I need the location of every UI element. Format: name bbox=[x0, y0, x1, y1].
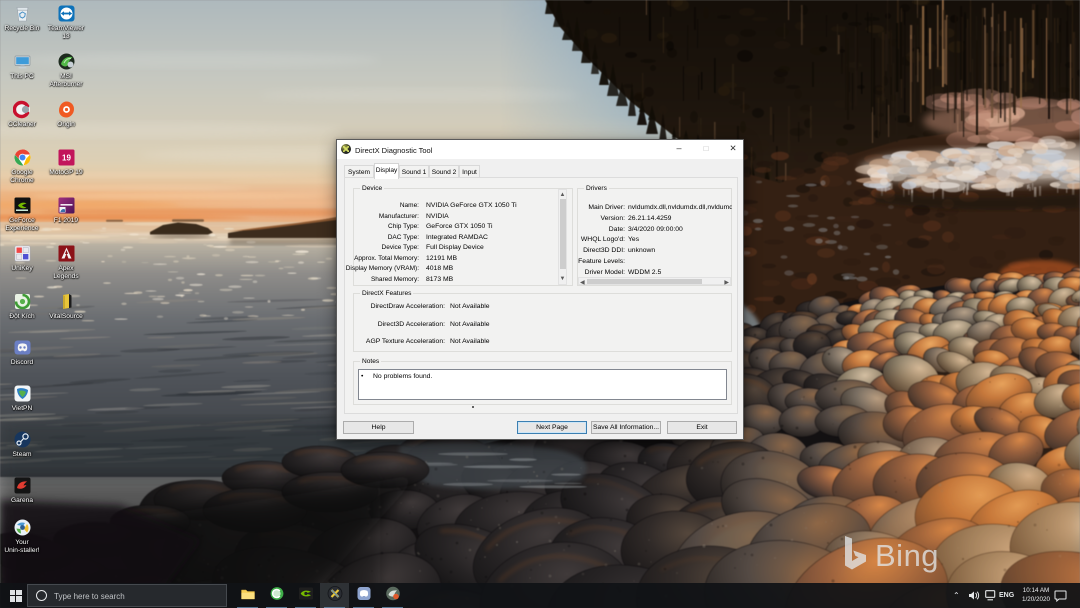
svg-text:19: 19 bbox=[62, 154, 71, 163]
